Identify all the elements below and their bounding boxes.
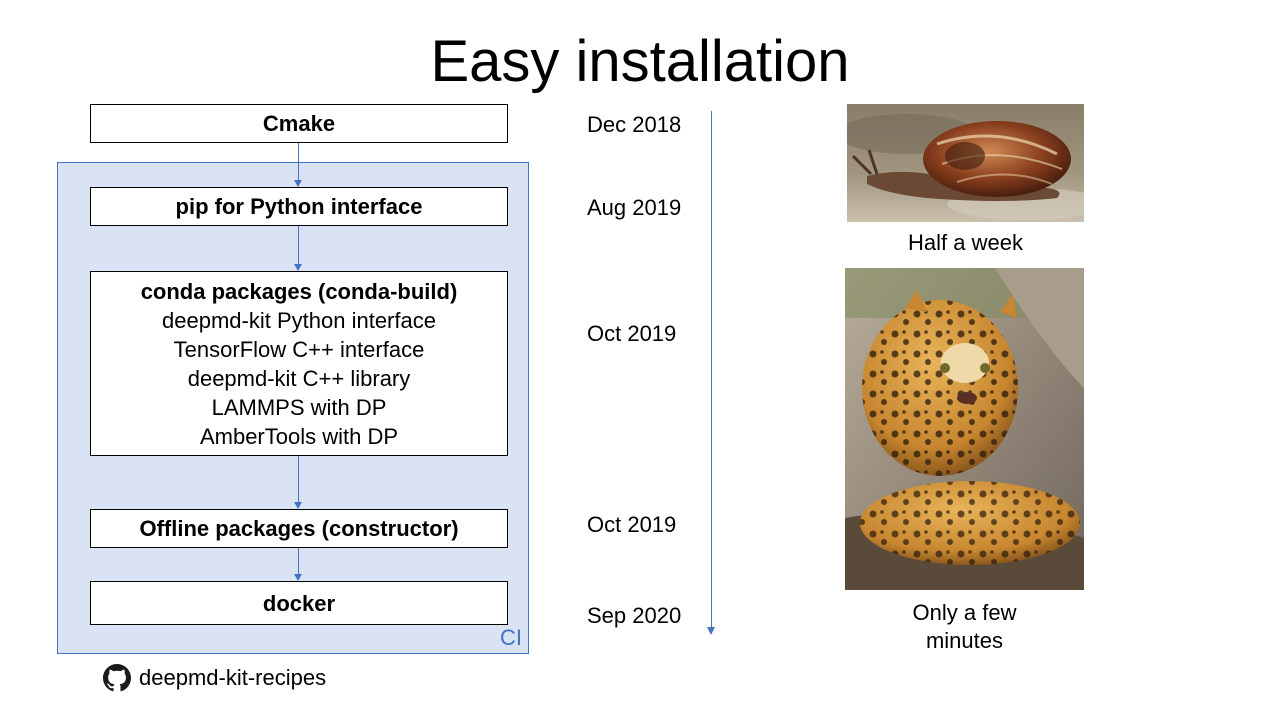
snail-caption: Half a week <box>908 230 1023 255</box>
connector-arrow <box>293 548 305 581</box>
step-offline: Offline packages (constructor) <box>90 509 508 548</box>
ci-label: CI <box>500 625 522 650</box>
conda-item: deepmd-kit C++ library <box>187 365 411 391</box>
github-link[interactable]: deepmd-kit-recipes <box>103 663 326 693</box>
step-pip: pip for Python interface <box>90 187 508 226</box>
step-heading: conda packages (conda-build) <box>140 278 458 304</box>
conda-item: deepmd-kit Python interface <box>162 307 436 333</box>
step-heading: docker <box>262 590 336 616</box>
github-label[interactable]: deepmd-kit-recipes <box>139 665 326 691</box>
connector-arrow <box>293 143 305 187</box>
page-title: Easy installation <box>430 29 850 94</box>
connector-arrow <box>293 226 305 271</box>
leopard-caption-line: minutes <box>925 628 1004 653</box>
step-docker: docker <box>90 581 508 625</box>
conda-item: LAMMPS with DP <box>211 394 387 420</box>
step-cmake: Cmake <box>90 104 508 143</box>
timeline-arrowhead <box>707 627 715 635</box>
timeline-date: Sep 2020 <box>587 603 682 628</box>
leopard-caption-line: Only a few <box>912 600 1017 625</box>
step-heading: Offline packages (constructor) <box>139 516 459 541</box>
leopard-photo <box>845 268 1084 590</box>
github-icon <box>103 664 131 692</box>
timeline-date: Aug 2019 <box>587 195 682 220</box>
timeline-date: Oct 2019 <box>587 321 677 346</box>
step-heading: pip for Python interface <box>175 194 423 219</box>
connector-arrow <box>293 456 305 509</box>
snail-photo <box>847 104 1084 222</box>
conda-item: AmberTools with DP <box>199 423 399 449</box>
conda-item: TensorFlow C++ interface <box>173 336 425 362</box>
timeline-line <box>711 111 712 629</box>
timeline-date: Oct 2019 <box>587 512 677 537</box>
step-heading: Cmake <box>262 111 336 136</box>
timeline-date: Dec 2018 <box>587 112 682 137</box>
step-conda: conda packages (conda-build) deepmd-kit … <box>90 271 508 456</box>
leopard-caption: Only a few minutes <box>845 599 1084 655</box>
